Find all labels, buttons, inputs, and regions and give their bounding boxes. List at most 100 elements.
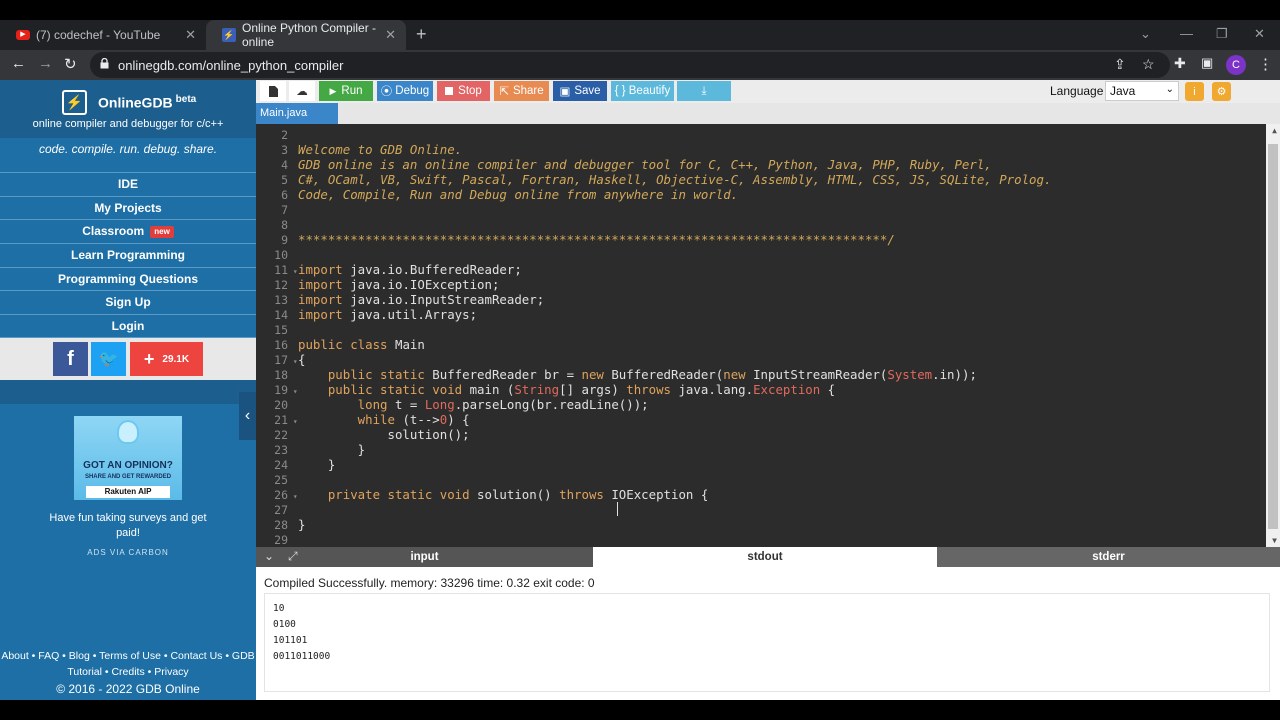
code-line[interactable]: 23 } [256,442,1264,457]
tab-search-icon[interactable]: ⌄ [1140,26,1151,42]
code-editor[interactable]: 2 3 Welcome to GDB Online. 4 GDB online is a… [256,124,1280,547]
info-icon[interactable]: i [1185,82,1204,101]
profile-avatar[interactable]: C [1226,55,1246,75]
new-badge: new [150,226,174,239]
code-line[interactable]: 4 GDB online is an online compiler and de… [256,157,1264,172]
chevron-down-icon[interactable]: ⌄ [264,549,274,563]
code-line[interactable]: 2 [256,127,1264,142]
file-tab-main-java[interactable]: Main.java [256,103,338,124]
editor-scrollbar[interactable]: ▲ ▼ [1266,124,1280,547]
scroll-down-icon[interactable]: ▼ [1272,536,1277,545]
code-token: import [298,277,343,292]
close-window-icon[interactable]: ✕ [1254,26,1265,42]
code-line[interactable]: 18 public static BufferedReader br = new… [256,367,1264,382]
code-line[interactable]: 9 ***************************************… [256,232,1264,247]
collapse-sidebar-chevron-left-icon[interactable]: ‹ [239,392,256,440]
tab-input[interactable]: input [256,547,593,567]
stop-button[interactable]: Stop [437,81,490,101]
new-tab-icon[interactable]: + [416,24,427,45]
forward-icon[interactable]: → [38,55,53,72]
code-line[interactable]: 12 import java.io.IOException; [256,277,1264,292]
twitter-icon[interactable]: 🐦 [91,342,126,376]
share-page-icon[interactable]: ⇪ [1114,56,1126,73]
code-line[interactable]: 29 [256,532,1264,547]
line-number: 20 [274,398,288,412]
code-line[interactable]: 24 } [256,457,1264,472]
tab-stdout[interactable]: stdout [593,547,937,567]
language-select[interactable]: Java ⌄ [1105,81,1179,101]
stdout-console[interactable]: 10 0100 101101 0011011000 [264,593,1270,692]
sidebar-item-sign-up[interactable]: Sign Up [0,290,256,315]
code-line[interactable]: 7 [256,202,1264,217]
sidebar-item-classroom[interactable]: Classroom new [0,219,256,244]
code-line[interactable]: 25 [256,472,1264,487]
line-number: 8 [281,218,288,232]
text-cursor [617,502,618,516]
code-line[interactable]: 15 [256,322,1264,337]
browser-tab-youtube[interactable]: ▶ (7) codechef - YouTube ✕ [0,20,206,50]
sidebar-item-programming-questions[interactable]: Programming Questions [0,266,256,291]
maximize-icon[interactable]: ❐ [1216,26,1228,42]
code-line[interactable]: 3 Welcome to GDB Online. [256,142,1264,157]
run-button[interactable]: ▶ Run [319,81,373,101]
sidebar-item-ide[interactable]: IDE [0,172,256,196]
scroll-up-icon[interactable]: ▲ [1272,126,1277,135]
logo-area[interactable]: ⚡ OnlineGDB beta online compiler and debu… [0,80,256,138]
code-line[interactable]: 17 ▾{ [256,352,1264,367]
code-line[interactable]: 21 ▾ while (t-->0) { [256,412,1264,427]
code-line[interactable]: 14 import java.util.Arrays; [256,307,1264,322]
ad-image[interactable]: GOT AN OPINION? SHARE AND GET REWARDED R… [74,416,182,500]
code-token: } [298,442,366,457]
download-icon[interactable]: ⤓ [677,81,731,101]
reload-icon[interactable]: ↻ [64,55,77,73]
address-bar[interactable]: onlinegdb.com/online_python_compiler ⇪ ☆ [90,52,1170,78]
browser-menu-icon[interactable]: ⋮ [1258,55,1273,73]
code-line[interactable]: 26 ▾ private static void solution() thro… [256,487,1264,502]
side-panel-icon[interactable]: ▣ [1201,55,1213,71]
browser-tab-onlinegdb[interactable]: ⚡ Online Python Compiler - online ✕ [206,20,406,50]
code-line[interactable]: 20 long t = Long.parseLong(br.readLine()… [256,397,1264,412]
bookmark-star-icon[interactable]: ☆ [1142,56,1155,73]
scrollbar-thumb[interactable] [1268,144,1278,529]
line-number: 4 [281,158,288,172]
code-line[interactable]: 6 Code, Compile, Run and Debug online fro… [256,187,1264,202]
ad-text[interactable]: Have fun taking surveys and get paid! [40,511,216,541]
code-line[interactable]: 10 [256,247,1264,262]
extensions-icon[interactable]: ✚ [1174,55,1186,72]
upload-cloud-icon[interactable]: ☁ [289,81,315,101]
minimize-icon[interactable]: — [1180,26,1193,41]
code-token: { [298,352,306,367]
sidebar-item-login[interactable]: Login [0,314,256,338]
footer-links-line1[interactable]: About • FAQ • Blog • Terms of Use • Cont… [0,648,256,664]
code-token: Code, Compile, Run and Debug online from… [298,187,739,202]
tab-stderr[interactable]: stderr [937,547,1280,567]
code-line[interactable]: 22 solution(); [256,427,1264,442]
close-tab-icon[interactable]: ✕ [185,27,196,43]
youtube-icon: ▶ [16,28,30,42]
sidebar-item-learn-programming[interactable]: Learn Programming [0,243,256,267]
code-line[interactable]: 27 [256,502,1264,517]
share-button[interactable]: ⇱ Share [494,81,549,101]
share-count-button[interactable]: +29.1K [130,342,203,376]
gear-icon[interactable]: ⚙ [1212,82,1231,101]
facebook-icon[interactable]: f [53,342,88,376]
code-line[interactable]: 5 C#, OCaml, VB, Swift, Pascal, Fortran, … [256,172,1264,187]
back-icon[interactable]: ← [11,55,26,72]
close-tab-icon[interactable]: ✕ [385,27,396,43]
code-line[interactable]: 11 ▾import java.io.BufferedReader; [256,262,1264,277]
sidebar-item-my-projects[interactable]: My Projects [0,195,256,220]
ads-via-carbon[interactable]: ADS VIA CARBON [0,548,256,557]
new-file-icon[interactable] [260,81,286,101]
code-line[interactable]: 13 import java.io.InputStreamReader; [256,292,1264,307]
save-button[interactable]: ▣ Save [553,81,607,101]
footer-links-line2[interactable]: Tutorial • Credits • Privacy [0,664,256,680]
url-text: onlinegdb.com/online_python_compiler [118,58,344,73]
debug-button[interactable]: ⦿ Debug [377,81,433,101]
code-line[interactable]: 19 ▾ public static void main (String[] a… [256,382,1264,397]
expand-icon[interactable]: ⤢ [288,549,298,564]
code-line[interactable]: 28} [256,517,1264,532]
beautify-button[interactable]: { } Beautify [611,81,674,101]
code-line[interactable]: 8 [256,217,1264,232]
code-line[interactable]: 16 public class Main [256,337,1264,352]
line-number: 29 [274,533,288,547]
